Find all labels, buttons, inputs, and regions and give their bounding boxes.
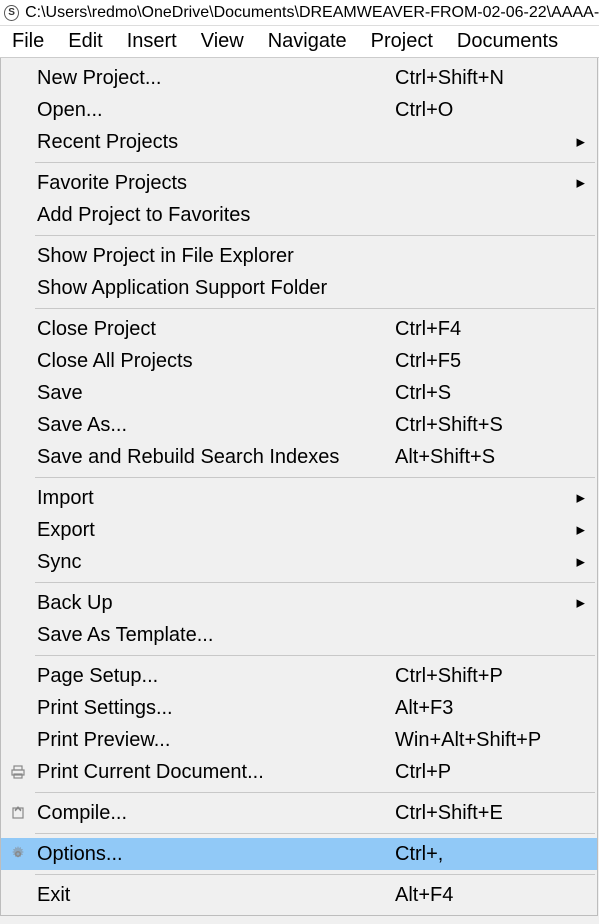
menu-item-label: Favorite Projects — [37, 172, 575, 195]
menu-separator — [35, 582, 595, 583]
app-icon: S — [4, 5, 19, 21]
menu-item-label: Close Project — [37, 318, 395, 341]
menu-item-label: Save and Rebuild Search Indexes — [37, 446, 395, 469]
menu-item-label: Compile... — [37, 802, 395, 825]
menu-item-favorite-projects[interactable]: Favorite Projects▶ — [1, 167, 597, 199]
menu-separator — [35, 874, 595, 875]
menu-item-label: Export — [37, 519, 575, 542]
menu-item-import[interactable]: Import▶ — [1, 482, 597, 514]
menu-separator — [35, 655, 595, 656]
menu-item-shortcut: Ctrl+P — [395, 761, 575, 784]
menu-item-options[interactable]: Options...Ctrl+, — [1, 838, 597, 870]
menu-item-print-preview[interactable]: Print Preview...Win+Alt+Shift+P — [1, 724, 597, 756]
menubar-item-edit[interactable]: Edit — [56, 27, 114, 56]
menu-item-shortcut: Ctrl+Shift+S — [395, 414, 575, 437]
menu-item-label: Import — [37, 487, 575, 510]
menu-item-label: Show Application Support Folder — [37, 277, 575, 300]
menu-item-shortcut: Alt+F4 — [395, 884, 575, 907]
chevron-right-icon: ▶ — [577, 177, 585, 190]
menu-item-exit[interactable]: ExitAlt+F4 — [1, 879, 597, 911]
chevron-right-icon: ▶ — [577, 136, 585, 149]
menu-separator — [35, 308, 595, 309]
menu-item-shortcut: Ctrl+F4 — [395, 318, 575, 341]
menu-item-label: Close All Projects — [37, 350, 395, 373]
menu-item-shortcut: Ctrl+S — [395, 382, 575, 405]
menu-item-save-and-rebuild-search-indexes[interactable]: Save and Rebuild Search IndexesAlt+Shift… — [1, 441, 597, 473]
menu-separator — [35, 833, 595, 834]
menu-separator — [35, 235, 595, 236]
titlebar: S C:\Users\redmo\OneDrive\Documents\DREA… — [0, 0, 599, 26]
print-icon — [9, 763, 27, 781]
compile-icon — [9, 804, 27, 822]
chevron-right-icon: ▶ — [577, 597, 585, 610]
menubar-item-insert[interactable]: Insert — [115, 27, 189, 56]
gear-icon — [9, 845, 27, 863]
menu-item-sync[interactable]: Sync▶ — [1, 546, 597, 578]
menu-item-label: Options... — [37, 843, 395, 866]
menu-item-add-project-to-favorites[interactable]: Add Project to Favorites — [1, 199, 597, 231]
menu-item-label: Open... — [37, 99, 395, 122]
menubar-item-project[interactable]: Project — [359, 27, 445, 56]
menu-item-label: Page Setup... — [37, 665, 395, 688]
menu-item-shortcut: Ctrl+O — [395, 99, 575, 122]
menubar-item-documents[interactable]: Documents — [445, 27, 570, 56]
menu-item-close-all-projects[interactable]: Close All ProjectsCtrl+F5 — [1, 345, 597, 377]
menu-item-save[interactable]: SaveCtrl+S — [1, 377, 597, 409]
menu-item-label: Show Project in File Explorer — [37, 245, 575, 268]
menu-item-save-as-template[interactable]: Save As Template... — [1, 619, 597, 651]
menu-item-label: Add Project to Favorites — [37, 204, 575, 227]
menu-item-show-application-support-folder[interactable]: Show Application Support Folder — [1, 272, 597, 304]
file-menu-dropdown: New Project...Ctrl+Shift+NOpen...Ctrl+OR… — [0, 58, 598, 916]
chevron-right-icon: ▶ — [577, 556, 585, 569]
menu-item-close-project[interactable]: Close ProjectCtrl+F4 — [1, 313, 597, 345]
menubar: FileEditInsertViewNavigateProjectDocumen… — [0, 26, 599, 58]
menu-item-label: Print Preview... — [37, 729, 395, 752]
chevron-right-icon: ▶ — [577, 524, 585, 537]
menu-item-label: Save As... — [37, 414, 395, 437]
menu-item-new-project[interactable]: New Project...Ctrl+Shift+N — [1, 62, 597, 94]
menu-item-recent-projects[interactable]: Recent Projects▶ — [1, 126, 597, 158]
menu-item-shortcut: Ctrl+, — [395, 843, 575, 866]
chevron-right-icon: ▶ — [577, 492, 585, 505]
menu-item-label: Print Settings... — [37, 697, 395, 720]
menu-item-show-project-in-file-explorer[interactable]: Show Project in File Explorer — [1, 240, 597, 272]
menu-item-shortcut: Win+Alt+Shift+P — [395, 729, 575, 752]
menu-item-print-settings[interactable]: Print Settings...Alt+F3 — [1, 692, 597, 724]
menu-item-save-as[interactable]: Save As...Ctrl+Shift+S — [1, 409, 597, 441]
menu-separator — [35, 792, 595, 793]
menu-item-label: Exit — [37, 884, 395, 907]
menu-item-shortcut: Alt+Shift+S — [395, 446, 575, 469]
menu-item-shortcut: Ctrl+Shift+E — [395, 802, 575, 825]
menubar-item-view[interactable]: View — [189, 27, 256, 56]
menu-item-label: Save As Template... — [37, 624, 575, 647]
menu-item-label: Sync — [37, 551, 575, 574]
menubar-item-navigate[interactable]: Navigate — [256, 27, 359, 56]
menu-item-compile[interactable]: Compile...Ctrl+Shift+E — [1, 797, 597, 829]
menu-item-back-up[interactable]: Back Up▶ — [1, 587, 597, 619]
menu-item-label: Save — [37, 382, 395, 405]
menu-item-page-setup[interactable]: Page Setup...Ctrl+Shift+P — [1, 660, 597, 692]
menu-item-label: New Project... — [37, 67, 395, 90]
menu-item-shortcut: Ctrl+Shift+P — [395, 665, 575, 688]
menu-item-shortcut: Ctrl+Shift+N — [395, 67, 575, 90]
titlebar-path: C:\Users\redmo\OneDrive\Documents\DREAMW… — [25, 4, 599, 22]
menu-item-open[interactable]: Open...Ctrl+O — [1, 94, 597, 126]
menu-item-label: Back Up — [37, 592, 575, 615]
menu-separator — [35, 162, 595, 163]
menu-item-export[interactable]: Export▶ — [1, 514, 597, 546]
menu-item-shortcut: Ctrl+F5 — [395, 350, 575, 373]
menu-item-print-current-document[interactable]: Print Current Document...Ctrl+P — [1, 756, 597, 788]
menu-item-label: Recent Projects — [37, 131, 575, 154]
menu-item-label: Print Current Document... — [37, 761, 395, 784]
menu-item-shortcut: Alt+F3 — [395, 697, 575, 720]
menu-separator — [35, 477, 595, 478]
menubar-item-file[interactable]: File — [0, 27, 56, 56]
